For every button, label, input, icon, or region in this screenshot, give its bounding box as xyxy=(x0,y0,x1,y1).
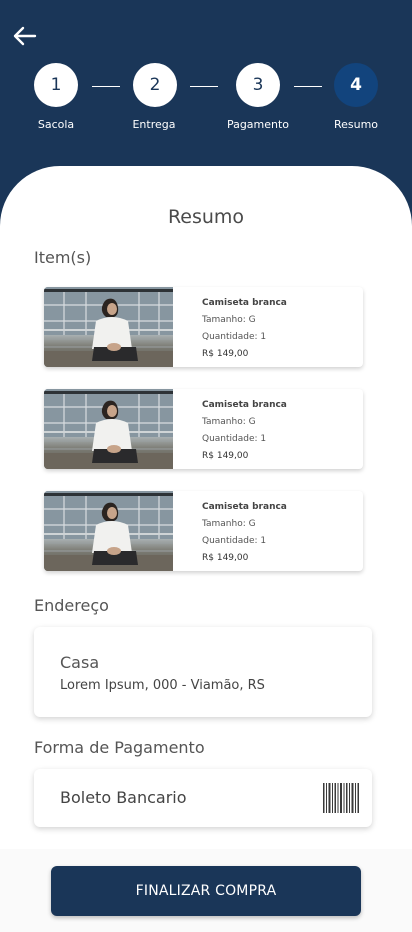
item-quantity: Quantidade: 1 xyxy=(202,431,287,448)
item-details: Camiseta branca Tamanho: G Quantidade: 1… xyxy=(202,397,287,465)
finalize-purchase-button[interactable]: FINALIZAR COMPRA xyxy=(51,866,361,916)
size-label: Tamanho: xyxy=(202,417,246,427)
item-card[interactable]: Camiseta branca Tamanho: G Quantidade: 1… xyxy=(44,287,363,367)
step-label-pagamento: Pagamento xyxy=(226,118,290,131)
step-number: 4 xyxy=(350,75,362,95)
item-name: Camiseta branca xyxy=(202,502,287,512)
step-number: 3 xyxy=(252,75,264,95)
item-name: Camiseta branca xyxy=(202,400,287,410)
size-value: G xyxy=(248,315,256,325)
item-details: Camiseta branca Tamanho: G Quantidade: 1… xyxy=(202,499,287,567)
step-connector xyxy=(294,86,322,87)
page-title: Resumo xyxy=(167,206,245,228)
item-quantity: Quantidade: 1 xyxy=(202,533,287,550)
item-card[interactable]: Camiseta branca Tamanho: G Quantidade: 1… xyxy=(44,389,363,469)
size-label: Tamanho: xyxy=(202,315,246,325)
barcode-icon xyxy=(322,782,360,814)
payment-section-title: Forma de Pagamento xyxy=(34,738,205,757)
step-1-circle[interactable]: 1 xyxy=(34,63,78,107)
size-label: Tamanho: xyxy=(202,519,246,529)
item-name: Camiseta branca xyxy=(202,298,287,308)
payment-method-name: Boleto Bancario xyxy=(60,788,187,807)
quantity-label: Quantidade: xyxy=(202,332,258,342)
item-price: R$ 149,00 xyxy=(202,349,249,359)
quantity-value: 1 xyxy=(260,536,267,546)
quantity-label: Quantidade: xyxy=(202,536,258,546)
item-price: R$ 149,00 xyxy=(202,451,249,461)
quantity-value: 1 xyxy=(260,434,267,444)
items-section-title: Item(s) xyxy=(34,248,92,267)
item-size: Tamanho: G xyxy=(202,516,287,533)
step-connector xyxy=(92,86,120,87)
step-label-sacola: Sacola xyxy=(37,118,75,131)
step-number: 1 xyxy=(50,75,62,95)
address-section-title: Endereço xyxy=(34,596,109,615)
step-4-circle[interactable]: 4 xyxy=(334,63,378,107)
address-line: Lorem Ipsum, 000 - Viamão, RS xyxy=(60,678,265,693)
size-value: G xyxy=(248,519,256,529)
item-size: Tamanho: G xyxy=(202,312,287,329)
item-details: Camiseta branca Tamanho: G Quantidade: 1… xyxy=(202,295,287,363)
step-number: 2 xyxy=(149,75,161,95)
product-image xyxy=(44,491,173,571)
step-2-circle[interactable]: 2 xyxy=(133,63,177,107)
product-image xyxy=(44,287,173,367)
step-label-resumo: Resumo xyxy=(333,118,379,131)
address-card[interactable]: Casa Lorem Ipsum, 000 - Viamão, RS xyxy=(34,627,372,717)
step-label-entrega: Entrega xyxy=(132,118,176,131)
item-quantity: Quantidade: 1 xyxy=(202,329,287,346)
product-image xyxy=(44,389,173,469)
size-value: G xyxy=(248,417,256,427)
address-name: Casa xyxy=(60,653,100,672)
quantity-label: Quantidade: xyxy=(202,434,258,444)
item-size: Tamanho: G xyxy=(202,414,287,431)
payment-method-card[interactable]: Boleto Bancario xyxy=(34,769,372,827)
back-arrow-icon[interactable] xyxy=(10,22,40,50)
step-3-circle[interactable]: 3 xyxy=(236,63,280,107)
step-connector xyxy=(190,86,218,87)
quantity-value: 1 xyxy=(260,332,267,342)
item-card[interactable]: Camiseta branca Tamanho: G Quantidade: 1… xyxy=(44,491,363,571)
item-price: R$ 149,00 xyxy=(202,553,249,563)
